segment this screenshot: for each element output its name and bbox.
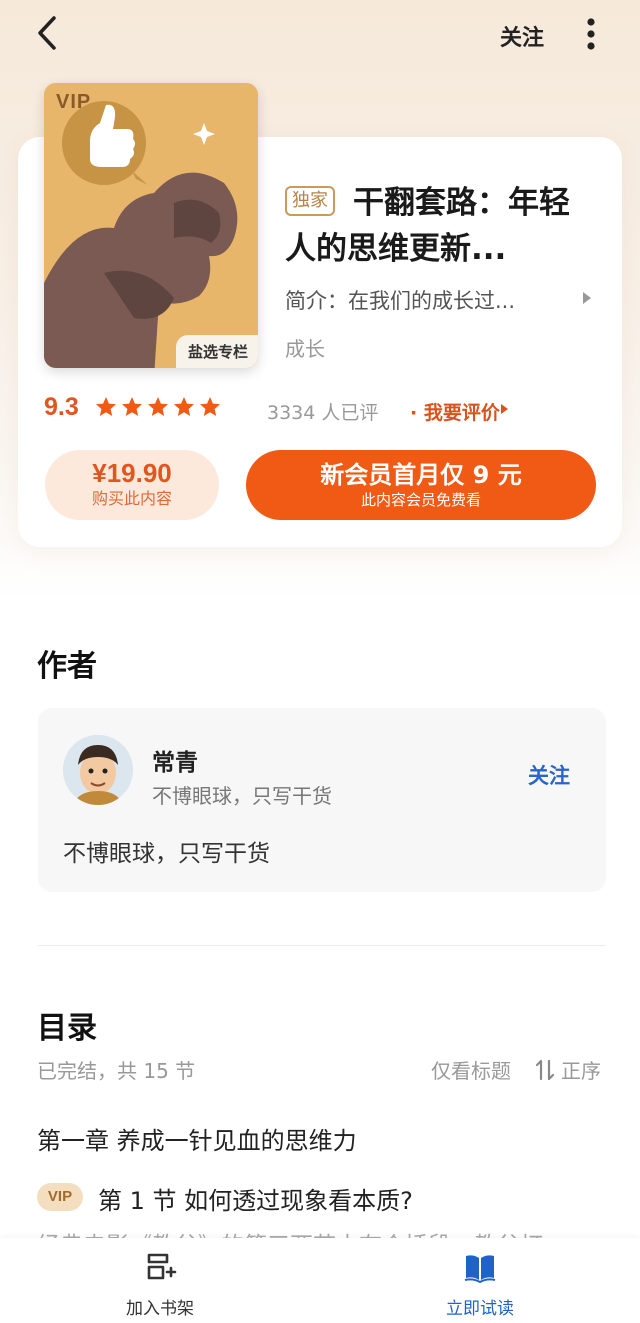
member-offer-label: 新会员首月仅 9 元	[320, 461, 522, 489]
rating-stars	[94, 395, 222, 419]
rating-score: 9.3	[44, 393, 79, 421]
author-name[interactable]: 常青	[152, 743, 198, 777]
read-now-label: 立即试读	[446, 1299, 514, 1319]
buy-price: ¥19.90	[92, 458, 172, 488]
star-icon	[148, 397, 168, 416]
member-offer-button[interactable]: 新会员首月仅 9 元 此内容会员免费看	[246, 450, 596, 520]
exclusive-badge: 独家	[285, 186, 335, 216]
read-now-button[interactable]: 立即试读	[420, 1250, 540, 1319]
star-icon	[200, 397, 220, 416]
bookshelf-add-icon	[147, 1253, 177, 1280]
toc-section-item[interactable]: 第 1 节 如何透过现象看本质?	[98, 1181, 413, 1216]
cover-illustration	[44, 83, 258, 368]
toc-sort-button[interactable]: 正序	[535, 1055, 601, 1084]
open-book-icon	[464, 1255, 496, 1284]
back-button[interactable]	[30, 14, 70, 54]
star-icon	[174, 397, 194, 416]
book-category[interactable]: 成长	[285, 333, 325, 362]
more-menu-button[interactable]	[580, 14, 604, 54]
follow-button[interactable]: 关注	[500, 20, 544, 52]
star-icon	[122, 397, 142, 416]
avatar[interactable]	[63, 735, 133, 805]
toc-only-titles-toggle[interactable]: 仅看标题	[431, 1055, 511, 1084]
chapter-title[interactable]: 第一章 养成一针见血的思维力	[37, 1121, 357, 1156]
intro-expand-icon[interactable]	[583, 292, 591, 304]
book-intro[interactable]: 简介：在我们的成长过...	[285, 285, 515, 315]
back-arrow-icon	[38, 16, 56, 50]
cover-column-tag: 盐选专栏	[175, 335, 258, 368]
vip-badge: VIP	[37, 1183, 83, 1211]
add-to-shelf-label: 加入书架	[126, 1299, 194, 1319]
sort-icon	[535, 1059, 555, 1080]
toc-section-title: 目录	[37, 1011, 97, 1046]
toc-sort-label: 正序	[561, 1059, 601, 1083]
buy-label: 购买此内容	[91, 489, 172, 508]
star-icon	[96, 397, 116, 416]
more-vertical-icon	[587, 18, 595, 50]
author-avatar-illustration	[63, 735, 133, 805]
author-follow-button[interactable]: 关注	[528, 760, 570, 790]
toc-status: 已完结，共 15 节	[37, 1059, 196, 1083]
book-cover[interactable]: VIP 盐选专栏	[44, 83, 258, 368]
top-bar: 关注	[0, 0, 640, 70]
cover-vip-label: VIP	[56, 91, 92, 113]
buy-content-button[interactable]: ¥19.90 购买此内容	[45, 450, 219, 520]
author-description: 不博眼球，只写干货	[63, 841, 270, 867]
bottom-action-bar: 加入书架 立即试读	[0, 1238, 640, 1323]
author-section-title: 作者	[37, 649, 97, 684]
member-offer-sub: 此内容会员免费看	[360, 491, 481, 509]
write-review-link[interactable]: · 我要评价	[410, 398, 500, 425]
rating-count: 3334 人已评	[267, 402, 379, 424]
review-arrow-icon	[501, 404, 508, 414]
section-divider	[38, 945, 606, 946]
add-to-shelf-button[interactable]: 加入书架	[100, 1250, 220, 1319]
author-tagline: 不博眼球，只写干货	[152, 784, 332, 808]
